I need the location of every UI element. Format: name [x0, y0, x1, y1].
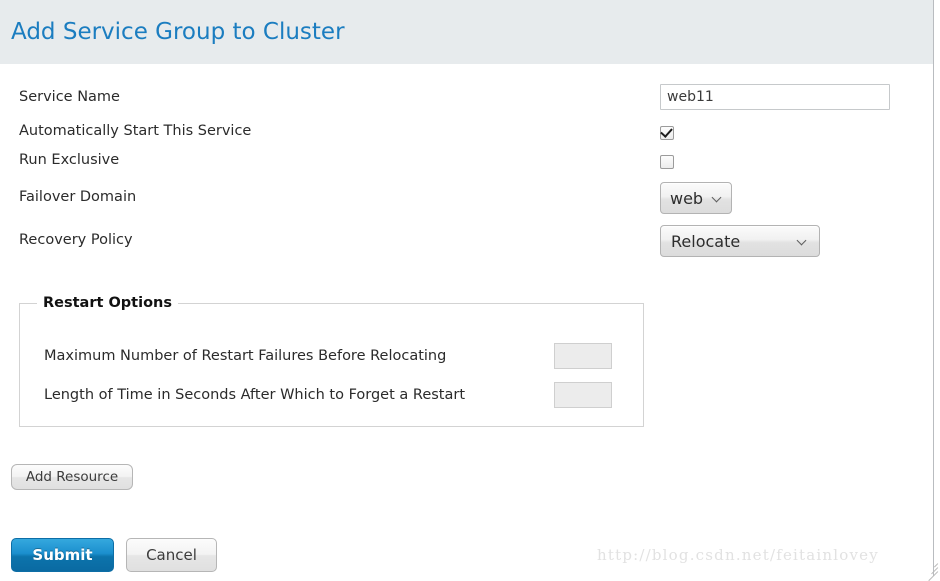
chevron-down-icon	[713, 194, 722, 203]
add-resource-button[interactable]: Add Resource	[11, 464, 133, 490]
auto-start-checkbox[interactable]	[660, 126, 674, 140]
forget-restart-time-input[interactable]	[554, 382, 612, 408]
label-run-exclusive: Run Exclusive	[19, 152, 120, 168]
run-exclusive-checkbox[interactable]	[660, 155, 674, 169]
dialog-window: Add Service Group to Cluster Service Nam…	[0, 0, 940, 581]
cancel-button[interactable]: Cancel	[126, 538, 217, 572]
restart-options-fieldset: Restart Options Maximum Number of Restar…	[19, 295, 644, 427]
label-service-name: Service Name	[19, 89, 120, 105]
recovery-policy-value: Relocate	[671, 232, 741, 251]
label-automatically-start-this-service: Automatically Start This Service	[19, 123, 252, 139]
chevron-down-icon	[798, 237, 807, 246]
window-right-border	[933, 0, 940, 576]
service-name-input[interactable]	[660, 84, 890, 110]
dialog-header: Add Service Group to Cluster	[0, 0, 933, 64]
page-title: Add Service Group to Cluster	[11, 19, 345, 45]
label-maximum-restart-failures: Maximum Number of Restart Failures Befor…	[44, 348, 447, 364]
submit-button[interactable]: Submit	[11, 538, 114, 572]
control-run-exclusive	[660, 154, 674, 173]
control-failover-domain: web	[660, 182, 732, 214]
watermark-text: http://blog.csdn.net/feitainlovey	[597, 546, 879, 564]
label-recovery-policy: Recovery Policy	[19, 232, 133, 248]
control-auto-start	[660, 125, 674, 144]
maximum-restart-failures-input[interactable]	[554, 343, 612, 369]
control-service-name	[660, 84, 890, 110]
label-forget-restart-time: Length of Time in Seconds After Which to…	[44, 387, 466, 403]
failover-domain-value: web	[670, 189, 704, 208]
restart-options-legend: Restart Options	[37, 295, 178, 311]
recovery-policy-select[interactable]: Relocate	[660, 225, 820, 257]
control-recovery-policy: Relocate	[660, 225, 820, 257]
label-failover-domain: Failover Domain	[19, 189, 137, 205]
resize-grip-icon[interactable]	[924, 560, 939, 581]
failover-domain-select[interactable]: web	[660, 182, 732, 214]
